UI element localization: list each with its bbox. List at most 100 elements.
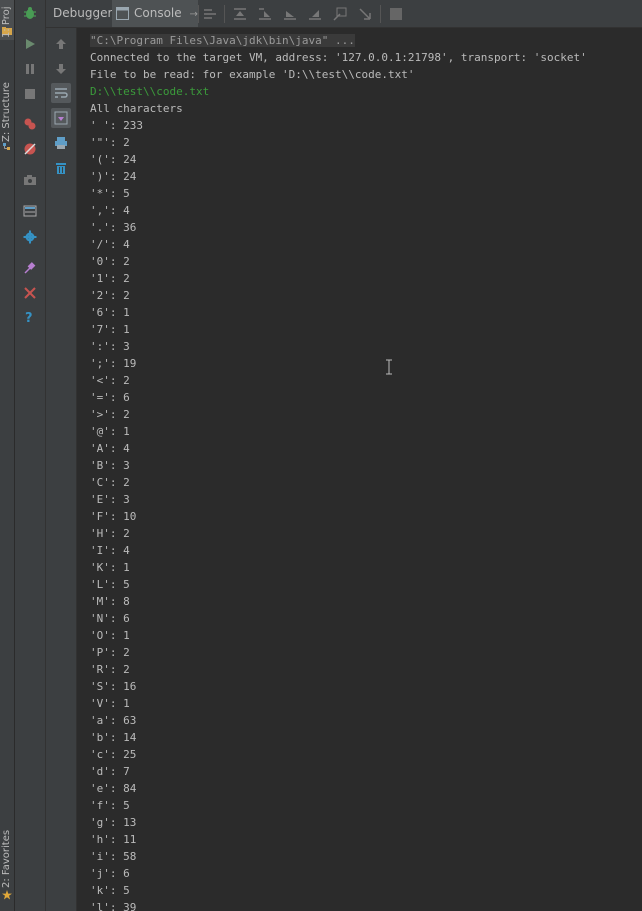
pin-tab-icon[interactable]: →	[189, 9, 197, 20]
debug-tab-bar: Debugger Console →	[46, 0, 642, 28]
resume-button[interactable]	[22, 36, 38, 52]
char-count-line: 'K': 1	[90, 561, 130, 574]
tab-debugger-label: Debugger	[53, 6, 113, 20]
drop-frame-icon	[333, 7, 347, 21]
char-count-line: 'B': 3	[90, 459, 130, 472]
char-count-line: '2': 2	[90, 289, 130, 302]
restore-layout-button[interactable]	[22, 203, 38, 219]
debug-bug-button[interactable]	[22, 5, 38, 21]
favorites-tool-tab[interactable]: 2: Favorites	[0, 820, 14, 910]
tab-console[interactable]: Console →	[112, 0, 198, 27]
char-count-line: ';': 19	[90, 357, 137, 370]
view-breakpoints-button[interactable]	[22, 116, 38, 132]
show-execution-point-icon	[204, 9, 216, 19]
tool-window-strip: 1: Proj Z: Structure 2: Favorites	[0, 0, 15, 911]
mute-breakpoints-button[interactable]	[22, 141, 38, 157]
char-count-line: 'A': 4	[90, 442, 130, 455]
svg-text:?: ?	[25, 311, 33, 324]
connected-message: Connected to the target VM, address: '12…	[90, 51, 587, 64]
next-occurrence-button[interactable]	[51, 59, 71, 79]
char-count-line: '1': 2	[90, 272, 130, 285]
run-to-cursor-button[interactable]	[356, 5, 374, 23]
char-count-line: 'H': 2	[90, 527, 130, 540]
char-count-line: ')': 24	[90, 170, 137, 183]
text-cursor-icon	[386, 359, 392, 375]
camera-icon	[24, 175, 36, 185]
project-tab-label: 1: Proj	[1, 6, 12, 38]
resume-icon	[26, 39, 35, 49]
pause-icon	[26, 64, 34, 74]
char-count-line: '@': 1	[90, 425, 130, 438]
soft-wrap-button[interactable]	[51, 83, 71, 103]
user-input-line: D:\\test\\code.txt	[90, 85, 210, 98]
char-count-line: 'd': 7	[90, 765, 130, 778]
char-count-line: '.': 36	[90, 221, 137, 234]
tab-console-label: Console	[134, 6, 182, 20]
pin-button[interactable]	[22, 260, 38, 276]
force-step-into-button[interactable]	[281, 5, 299, 23]
clear-all-button[interactable]	[51, 158, 71, 178]
tab-debugger[interactable]: Debugger	[48, 0, 115, 27]
char-count-line: '>': 2	[90, 408, 130, 421]
snapshot-button[interactable]	[22, 172, 38, 188]
char-count-line: 'f': 5	[90, 799, 130, 812]
help-button[interactable]: ?	[22, 309, 38, 325]
char-count-line: 'j': 6	[90, 867, 130, 880]
char-count-line: '7': 1	[90, 323, 130, 336]
stop-button[interactable]	[22, 86, 38, 102]
toolbar-separator	[198, 5, 199, 23]
scroll-to-end-button[interactable]	[51, 108, 71, 128]
clear-all-icon	[56, 163, 66, 174]
console-icon	[116, 7, 129, 20]
pause-button[interactable]	[22, 61, 38, 77]
char-count-line: 'L': 5	[90, 578, 130, 591]
soft-wrap-icon	[55, 88, 68, 98]
char-count-line: 'C': 2	[90, 476, 130, 489]
console-output[interactable]: "C:\Program Files\Java\jdk\bin\java" ...…	[77, 28, 642, 911]
char-count-line: 'a': 63	[90, 714, 137, 727]
step-over-icon	[234, 8, 246, 20]
bug-icon	[24, 7, 36, 19]
input-prompt: File to be read: for example 'D:\\test\\…	[90, 68, 415, 81]
char-count-line: 'g': 13	[90, 816, 137, 829]
char-count-line: '/': 4	[90, 238, 130, 251]
char-count-line: 'i': 58	[90, 850, 137, 863]
char-count-line: 'V': 1	[90, 697, 130, 710]
step-out-button[interactable]	[306, 5, 324, 23]
char-count-line: 'E': 3	[90, 493, 130, 506]
char-count-line: 'l': 39	[90, 901, 137, 911]
char-count-line: 'I': 4	[90, 544, 130, 557]
console-actions-column	[46, 28, 77, 911]
char-count-line: '"': 2	[90, 136, 130, 149]
down-arrow-icon	[56, 64, 66, 74]
structure-tool-tab[interactable]: Z: Structure	[0, 66, 14, 152]
restore-layout-icon	[23, 205, 37, 217]
up-arrow-icon	[56, 39, 66, 49]
char-count-line: 'F': 10	[90, 510, 137, 523]
char-count-line: 'S': 16	[90, 680, 137, 693]
char-count-line: 'P': 2	[90, 646, 130, 659]
char-count-line: 'M': 8	[90, 595, 130, 608]
previous-occurrence-button[interactable]	[51, 34, 71, 54]
drop-frame-button[interactable]	[331, 5, 349, 23]
evaluate-expression-button[interactable]	[387, 5, 405, 23]
char-count-line: 'e': 84	[90, 782, 137, 795]
char-count-line: 'k': 5	[90, 884, 130, 897]
char-count-line: ' ': 233	[90, 119, 143, 132]
step-into-button[interactable]	[256, 5, 274, 23]
char-count-line: 'R': 2	[90, 663, 130, 676]
help-icon: ?	[25, 311, 33, 324]
structure-icon	[3, 143, 10, 150]
run-to-cursor-icon	[359, 8, 371, 20]
show-execution-point-button[interactable]	[201, 5, 219, 23]
step-over-button[interactable]	[231, 5, 249, 23]
structure-tab-label: Z: Structure	[1, 82, 12, 142]
close-button[interactable]	[22, 285, 38, 301]
project-tool-tab[interactable]: 1: Proj	[0, 0, 14, 40]
print-button[interactable]	[51, 133, 71, 153]
mute-breakpoints-icon	[24, 143, 36, 155]
char-count-line: ':': 3	[90, 340, 130, 353]
settings-button[interactable]	[22, 229, 38, 245]
close-icon	[24, 287, 36, 299]
char-count-line: 'O': 1	[90, 629, 130, 642]
